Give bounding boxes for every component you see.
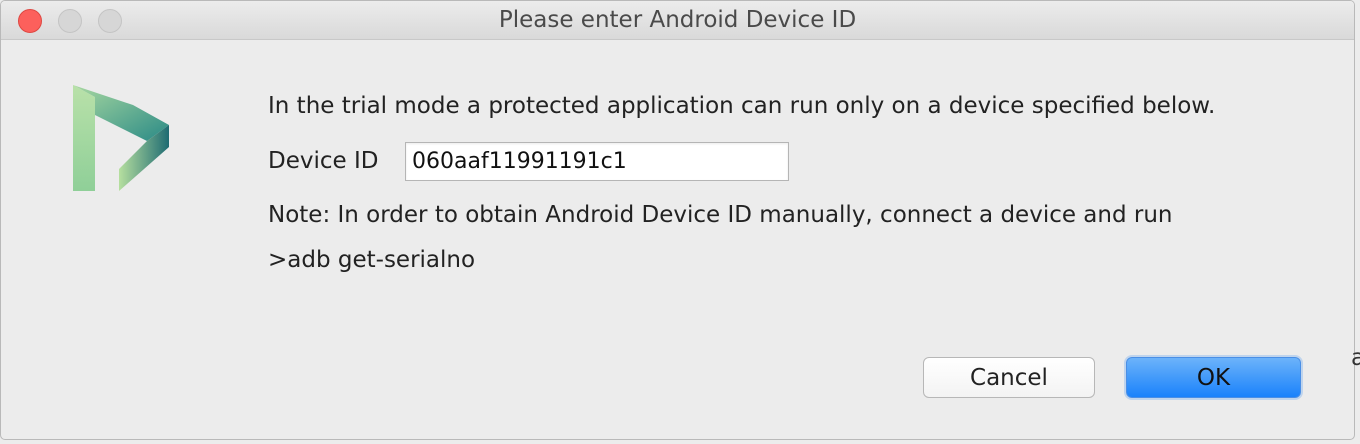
device-id-input[interactable]	[405, 142, 789, 181]
play-logo-icon	[73, 85, 169, 191]
background-window-text: a	[1351, 345, 1360, 371]
device-id-label: Device ID	[268, 148, 379, 174]
intro-text: In the trial mode a protected applicatio…	[268, 93, 1216, 119]
note-text: Note: In order to obtain Android Device …	[268, 202, 1173, 228]
dialog-window: Please enter Android Device ID In the tr…	[0, 0, 1355, 440]
cancel-button[interactable]: Cancel	[923, 357, 1095, 398]
title-bar[interactable]: Please enter Android Device ID	[1, 1, 1354, 40]
window-title: Please enter Android Device ID	[498, 7, 857, 33]
ok-button[interactable]: OK	[1126, 357, 1301, 398]
adb-command-text: >adb get-serialno	[268, 247, 476, 273]
